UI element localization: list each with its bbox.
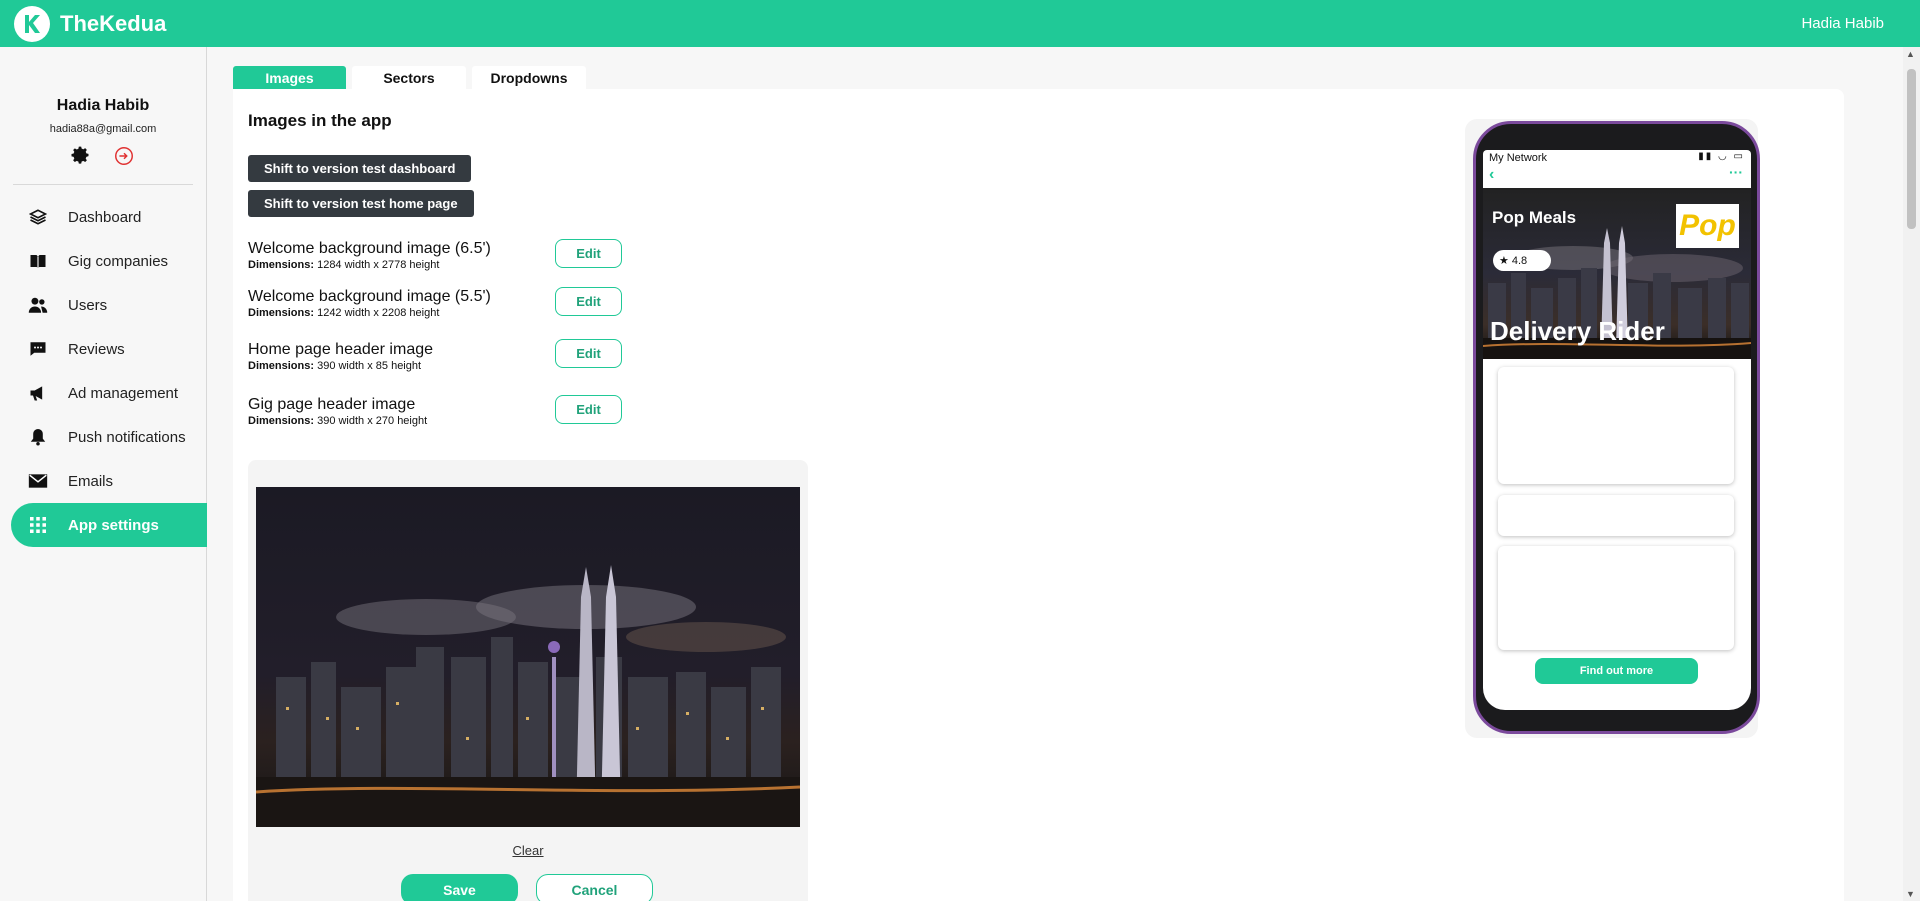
image-item: Home page header image Dimensions: 390 w… [248, 341, 433, 372]
shift-dashboard-button[interactable]: Shift to version test dashboard [248, 155, 472, 182]
tab-sectors[interactable]: Sectors [352, 66, 466, 89]
dimensions-label: Dimensions: [248, 360, 315, 372]
settings-tabs: Images Sectors Dropdowns [233, 66, 586, 89]
sidebar-item-label: App settings [68, 516, 159, 534]
phone-screen: My Network ▮▮ ◡ ▭ ‹ ··· Pop Meals Pop ★ … [1483, 150, 1751, 710]
sidebar-item-push-notifications[interactable]: Push notifications [0, 415, 206, 459]
company-name: Pop Meals [1492, 208, 1577, 227]
sidebar-item-label: Gig companies [68, 252, 169, 270]
book-icon [28, 251, 48, 271]
edit-button[interactable]: Edit [555, 239, 622, 268]
brand-name: TheKedua [60, 10, 167, 36]
tab-dropdowns[interactable]: Dropdowns [472, 66, 586, 89]
sidebar-item-label: Dashboard [68, 208, 142, 226]
top-bar: TheKedua Hadia Habib [0, 0, 1920, 47]
image-dimensions: Dimensions: 1242 width x 2208 height [248, 307, 491, 319]
layers-icon [28, 207, 48, 227]
back-arrow-icon[interactable]: ‹ [1489, 166, 1494, 184]
star-icon: ★ [1499, 255, 1509, 267]
image-item: Gig page header image Dimensions: 390 wi… [248, 396, 427, 427]
gear-icon[interactable] [71, 145, 91, 172]
edit-button[interactable]: Edit [555, 395, 622, 424]
image-editor: Clear Save Cancel [248, 460, 808, 901]
dimensions-value: 1242 width x 2208 height [317, 307, 440, 319]
brand-logo-icon [14, 5, 50, 42]
more-icon[interactable]: ··· [1729, 164, 1743, 180]
dimensions-label: Dimensions: [248, 415, 315, 427]
dimensions-label: Dimensions: [248, 307, 315, 319]
sidebar-item-gig-companies[interactable]: Gig companies [0, 239, 206, 283]
sidebar-item-emails[interactable]: Emails [0, 459, 206, 503]
scroll-thumb[interactable] [1907, 69, 1916, 229]
tab-images[interactable]: Images [233, 66, 346, 89]
profile-name: Hadia Habib [56, 97, 150, 114]
sidebar-item-label: Push notifications [68, 428, 186, 446]
find-out-more-button[interactable]: Find out more [1535, 658, 1698, 684]
image-dimensions: Dimensions: 390 width x 270 height [248, 415, 427, 427]
rating-badge: ★ 4.8 [1493, 250, 1551, 271]
edit-button[interactable]: Edit [555, 339, 622, 368]
bell-icon [28, 427, 48, 447]
mail-icon [28, 471, 48, 491]
image-item: Welcome background image (5.5') Dimensio… [248, 288, 491, 319]
sidebar-item-label: Emails [68, 472, 114, 490]
grid-icon [28, 515, 48, 535]
dimensions-value: 390 width x 85 height [317, 360, 422, 372]
scroll-down-icon[interactable]: ▼ [1906, 889, 1915, 899]
logout-icon[interactable] [113, 145, 135, 172]
top-user-name[interactable]: Hadia Habib [1801, 15, 1884, 32]
profile: Hadia Habib hadia88a@gmail.com [0, 47, 206, 172]
dimensions-value: 1284 width x 2778 height [317, 259, 440, 271]
sidebar-item-app-settings[interactable]: App settings [11, 503, 207, 547]
edit-button[interactable]: Edit [555, 287, 622, 316]
sidebar-item-dashboard[interactable]: Dashboard [0, 195, 206, 239]
megaphone-icon [28, 383, 48, 403]
company-logo: Pop [1676, 204, 1739, 248]
profile-email: hadia88a@gmail.com [49, 123, 157, 135]
gig-header-image: Pop Meals Pop ★ 4.8 Delivery Rider [1483, 188, 1751, 359]
sidebar-item-users[interactable]: Users [0, 283, 206, 327]
chat-icon [28, 339, 48, 359]
phone-frame: My Network ▮▮ ◡ ▭ ‹ ··· Pop Meals Pop ★ … [1473, 121, 1760, 734]
sidebar-item-label: Reviews [68, 340, 125, 358]
page-title: Images in the app [248, 111, 392, 130]
image-dimensions: Dimensions: 390 width x 85 height [248, 360, 433, 372]
status-carrier: My Network [1489, 152, 1548, 164]
rating-value: 4.8 [1511, 254, 1528, 267]
scroll-up-icon[interactable]: ▲ [1906, 49, 1915, 59]
sidebar-item-reviews[interactable]: Reviews [0, 327, 206, 371]
phone-preview: My Network ▮▮ ◡ ▭ ‹ ··· Pop Meals Pop ★ … [1465, 119, 1760, 738]
placeholder-card [1498, 495, 1734, 536]
sidebar-divider [13, 184, 193, 185]
preview-image[interactable] [256, 487, 800, 827]
cancel-button[interactable]: Cancel [536, 874, 653, 901]
gig-title: Delivery Rider [1490, 316, 1665, 346]
users-icon [28, 295, 48, 315]
dimensions-label: Dimensions: [248, 259, 315, 271]
shift-home-button[interactable]: Shift to version test home page [248, 190, 474, 217]
placeholder-card [1498, 546, 1734, 650]
image-item: Welcome background image (6.5') Dimensio… [248, 240, 491, 271]
page-scrollbar[interactable]: ▲ ▼ [1903, 47, 1920, 901]
clear-link[interactable]: Clear [248, 843, 808, 858]
image-label: Welcome background image (6.5') [248, 240, 491, 257]
dimensions-value: 390 width x 270 height [317, 415, 428, 427]
sidebar-item-label: Users [68, 296, 108, 314]
save-button[interactable]: Save [401, 874, 518, 901]
status-icons: ▮▮ ◡ ▭ [1698, 151, 1745, 162]
sidebar-item-label: Ad management [68, 384, 179, 402]
sidebar: Hadia Habib hadia88a@gmail.com Dashboard… [0, 47, 207, 901]
image-label: Home page header image [248, 341, 434, 358]
image-label: Welcome background image (5.5') [248, 288, 491, 305]
brand[interactable]: TheKedua [14, 5, 167, 42]
sidebar-item-ad-management[interactable]: Ad management [0, 371, 206, 415]
image-dimensions: Dimensions: 1284 width x 2778 height [248, 259, 491, 271]
placeholder-card [1498, 367, 1734, 484]
image-label: Gig page header image [248, 396, 416, 413]
